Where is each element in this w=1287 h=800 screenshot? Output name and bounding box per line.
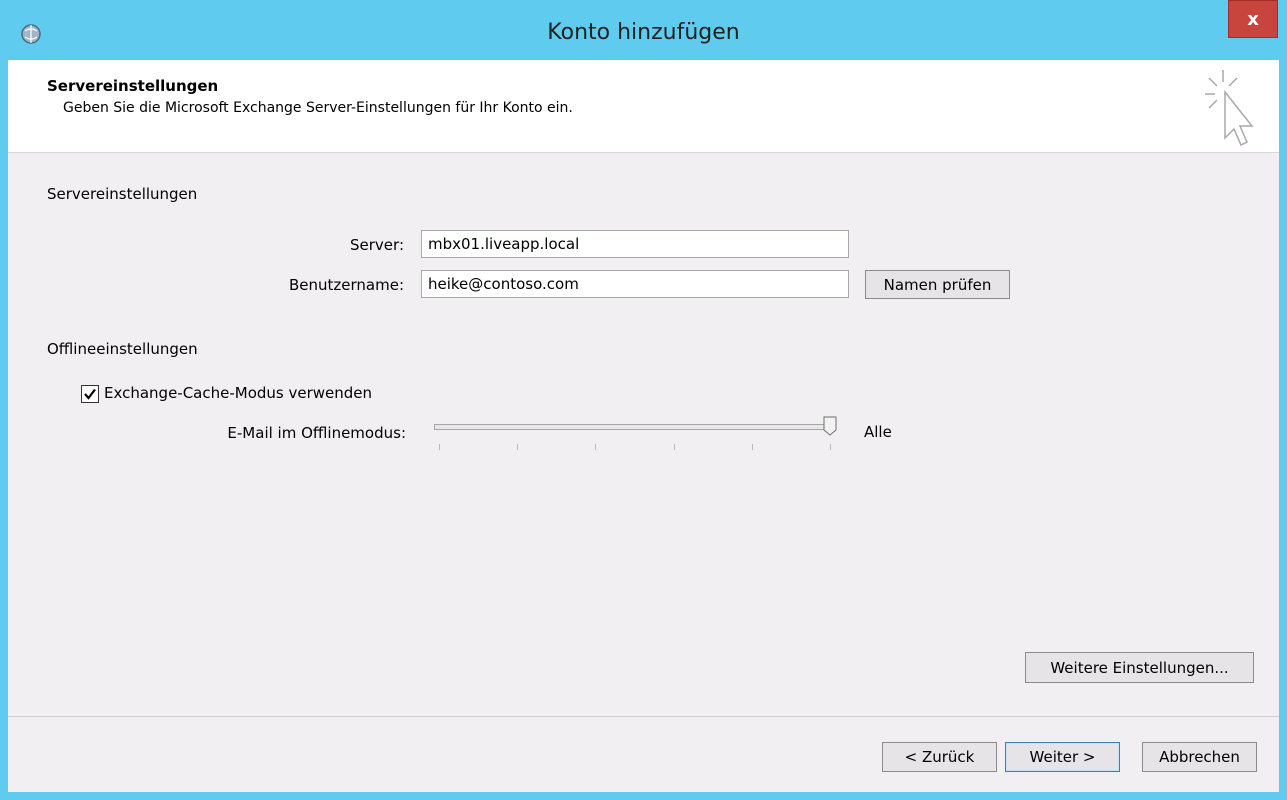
- close-button[interactable]: x: [1228, 0, 1278, 38]
- username-label: Benutzername:: [288, 276, 404, 294]
- checkmark-icon: [84, 388, 96, 400]
- offline-settings-heading: Offlineeinstellungen: [47, 340, 198, 358]
- username-input[interactable]: heike@contoso.com: [421, 270, 849, 298]
- slider-tick: [752, 444, 753, 450]
- window-title: Konto hinzufügen: [547, 20, 740, 45]
- slider-tick: [517, 444, 518, 450]
- server-input[interactable]: mbx01.liveapp.local: [421, 230, 849, 258]
- slider-tick: [830, 444, 831, 450]
- check-names-button[interactable]: Namen prüfen: [865, 270, 1010, 299]
- next-button[interactable]: Weiter >: [1005, 742, 1120, 772]
- dialog-client-area: Servereinstellungen Geben Sie die Micros…: [8, 60, 1279, 792]
- dialog-window: Konto hinzufügen x Servereinstellungen G…: [0, 0, 1287, 800]
- title-bar: Konto hinzufügen x: [0, 0, 1287, 60]
- footer-separator: [8, 716, 1279, 717]
- server-label: Server:: [350, 236, 404, 254]
- slider-tick: [674, 444, 675, 450]
- back-button[interactable]: < Zurück: [882, 742, 997, 772]
- mail-offline-label: E-Mail im Offlinemodus:: [227, 424, 406, 442]
- cache-mode-label[interactable]: Exchange-Cache-Modus verwenden: [104, 384, 372, 402]
- cursor-sparkle-icon: [1205, 70, 1254, 147]
- slider-value-label: Alle: [864, 423, 892, 441]
- header-subtitle: Geben Sie die Microsoft Exchange Server-…: [63, 100, 573, 116]
- cancel-button[interactable]: Abbrechen: [1142, 742, 1257, 772]
- offline-mail-slider-track[interactable]: [434, 424, 836, 430]
- header-title: Servereinstellungen: [47, 77, 219, 95]
- slider-tick: [439, 444, 440, 450]
- more-settings-button[interactable]: Weitere Einstellungen...: [1025, 652, 1254, 683]
- offline-mail-slider-thumb[interactable]: [823, 416, 837, 436]
- cache-mode-checkbox[interactable]: [81, 385, 99, 403]
- server-settings-heading: Servereinstellungen: [47, 185, 198, 203]
- wizard-header: Servereinstellungen Geben Sie die Micros…: [8, 60, 1279, 153]
- slider-tick: [595, 444, 596, 450]
